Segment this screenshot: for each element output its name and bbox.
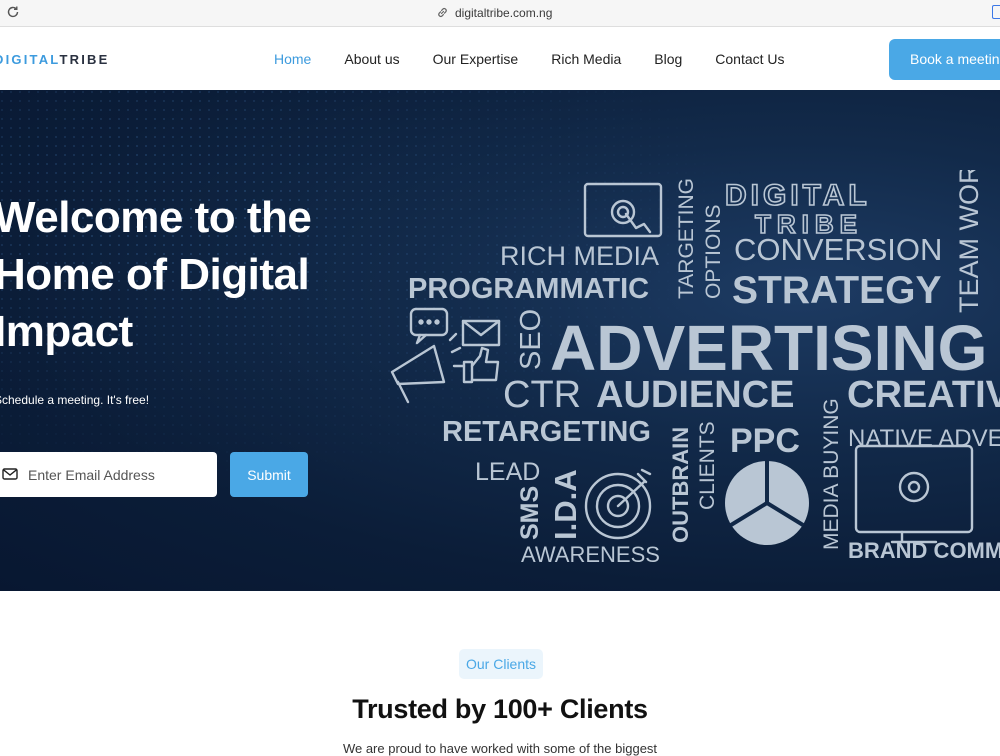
cloud-word: LEAD <box>475 458 540 486</box>
logo-text: DIGITALTRIBE <box>0 52 109 66</box>
cloud-word: CTR <box>503 374 581 416</box>
cloud-word: CLIENTS <box>696 421 719 510</box>
cloud-word: AWARENESS <box>521 542 660 567</box>
cloud-word: SEO <box>515 309 547 370</box>
reload-icon[interactable] <box>6 5 22 21</box>
cloud-word: STRATEGY <box>732 269 941 312</box>
monitor-gear-icon <box>854 444 974 544</box>
hero-subtitle: Schedule a meeting. It's free! <box>0 393 150 407</box>
hero-title-line: Welcome to the <box>0 193 312 242</box>
megaphone-icon <box>390 332 466 404</box>
envelope-icon <box>461 319 501 347</box>
nav-blog[interactable]: Blog <box>654 51 682 67</box>
cloud-word: SMS <box>516 486 544 540</box>
cloud-word: RICH MEDIA <box>500 241 659 271</box>
email-field-wrapper <box>0 452 217 497</box>
main-nav: Home About us Our Expertise Rich Media B… <box>274 27 818 90</box>
url-text: digitaltribe.com.ng <box>455 6 553 20</box>
nav-contact-us[interactable]: Contact Us <box>715 51 784 67</box>
link-icon <box>436 4 449 23</box>
logo-tribe: TRIBE <box>59 52 109 66</box>
section-tag: Our Clients <box>459 649 544 679</box>
nav-home[interactable]: Home <box>274 51 311 67</box>
word-cloud: DIGITAL TRIBE RICH MEDIA PROGRAMMATIC TA… <box>390 170 1000 567</box>
logo-digital: DIGITAL <box>0 52 59 66</box>
mail-icon <box>2 465 18 484</box>
nav-about-us[interactable]: About us <box>344 51 399 67</box>
email-input[interactable] <box>28 466 208 483</box>
logo[interactable]: DIGITALTRIBE <box>0 51 159 70</box>
clients-subtitle: We are proud to have worked with some of… <box>342 741 658 756</box>
sidebar-icon[interactable] <box>992 5 1000 19</box>
touch-screen-icon <box>583 182 663 238</box>
cloud-brand-digital: DIGITAL <box>725 179 871 212</box>
nav-rich-media[interactable]: Rich Media <box>551 51 621 67</box>
cloud-word: OPTIONS <box>702 204 725 299</box>
cloud-word: PROGRAMMATIC <box>408 273 649 305</box>
cloud-word: TARGETING <box>675 178 698 299</box>
hero-title-line: Home of Digital <box>0 250 310 299</box>
cloud-word: CONVERSION <box>734 232 942 267</box>
address-bar[interactable]: digitaltribe.com.ng <box>436 5 552 21</box>
cloud-word: I.D.A <box>548 469 583 540</box>
cloud-word: TEAM WORK <box>954 170 984 313</box>
chat-bubble-icon <box>409 307 449 345</box>
submit-button[interactable]: Submit <box>230 452 308 497</box>
browser-toolbar: digitaltribe.com.ng <box>0 0 1000 27</box>
hero-title-line: Impact <box>0 307 133 356</box>
site-header: DIGITALTRIBE Home About us Our Expertise… <box>0 27 1000 90</box>
hero-section: Welcome to the Home of Digital Impact Sc… <box>0 90 1000 591</box>
book-meeting-button[interactable]: Book a meeting <box>889 39 1000 80</box>
cloud-word: RETARGETING <box>442 416 651 448</box>
cloud-word: AUDIENCE <box>596 374 794 416</box>
cloud-word: NATIVE ADVERTISING <box>848 425 1000 452</box>
pie-chart-icon <box>725 461 809 545</box>
thumbs-up-icon <box>462 346 500 384</box>
cloud-word: PPC <box>730 422 800 460</box>
hero-title: Welcome to the Home of Digital Impact <box>0 189 414 360</box>
cloud-word: CREATIVE <box>847 374 1000 416</box>
target-icon <box>584 468 652 540</box>
cloud-word: MEDIA BUYING <box>820 398 843 550</box>
nav-our-expertise[interactable]: Our Expertise <box>433 51 519 67</box>
clients-title: Trusted by 100+ Clients <box>352 694 648 724</box>
cloud-word: OUTBRAIN <box>668 427 693 543</box>
